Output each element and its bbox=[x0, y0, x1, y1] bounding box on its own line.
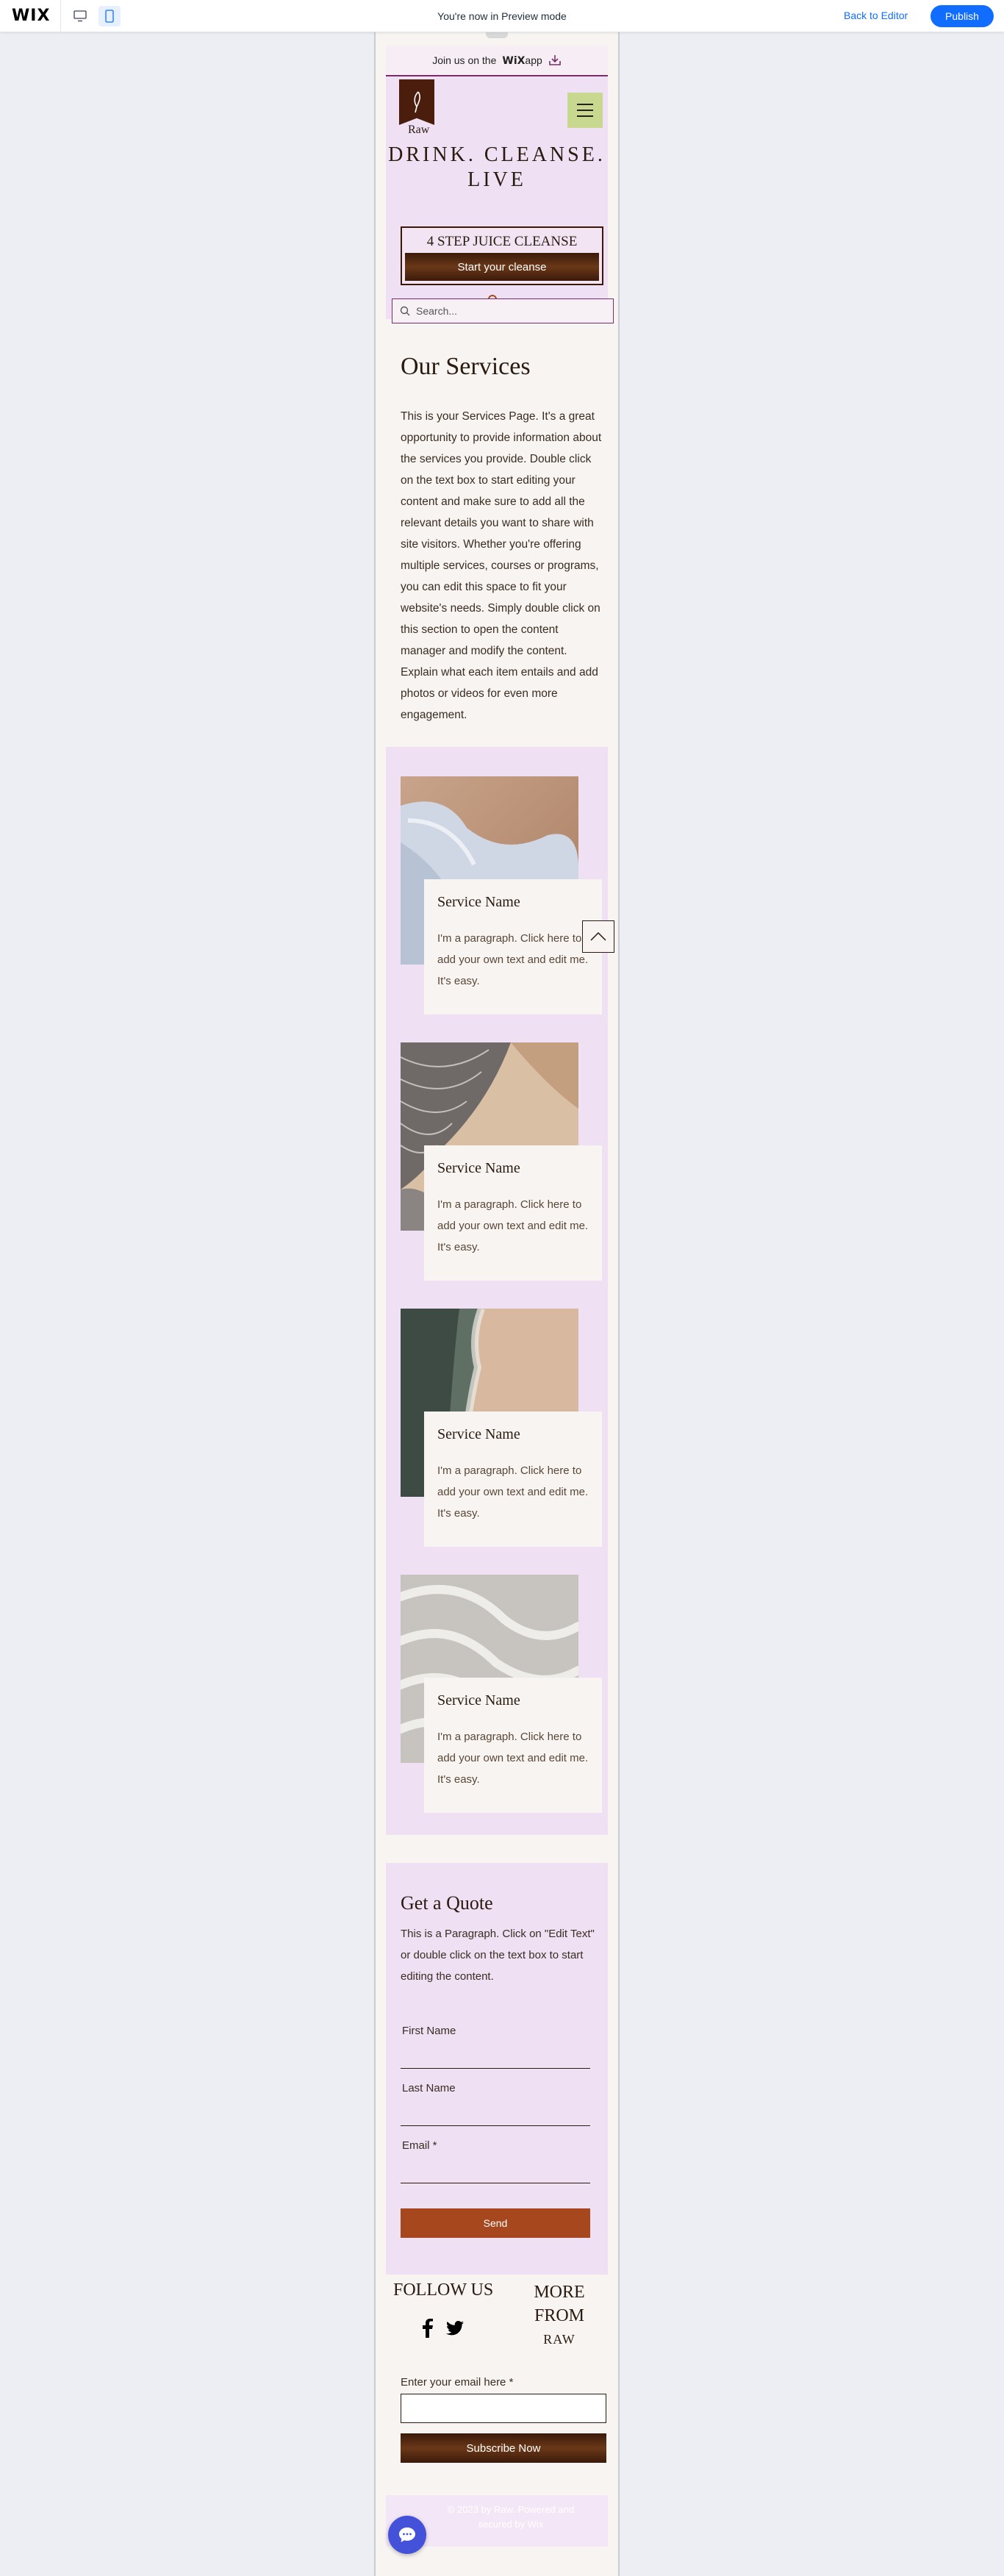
services-list: Service Name I'm a paragraph. Click here… bbox=[386, 747, 608, 1835]
service-name: Service Name bbox=[437, 1160, 520, 1176]
back-to-top-button[interactable] bbox=[582, 920, 614, 953]
start-cleanse-button[interactable]: Start your cleanse bbox=[405, 253, 599, 281]
wix-preview-bar: WIX You're now in Preview mode Back to E… bbox=[0, 0, 1004, 32]
quote-description: This is a Paragraph. Click on "Edit Text… bbox=[401, 1928, 595, 1983]
email-label: Email * bbox=[402, 2139, 437, 2152]
newsletter-email-label: Enter your email here * bbox=[401, 2376, 514, 2389]
mobile-preview-frame: Join us on the WiXapp Raw DRINK. CLEANSE… bbox=[374, 32, 620, 2576]
copyright-text: © 2023 by Raw. Powered and secured by Wi… bbox=[447, 2504, 575, 2530]
hamburger-menu-button[interactable] bbox=[567, 93, 603, 128]
last-name-label: Last Name bbox=[402, 2082, 456, 2094]
quote-title: Get a Quote bbox=[401, 1892, 493, 1914]
facebook-icon[interactable] bbox=[423, 2319, 433, 2338]
service-item: Service Name I'm a paragraph. Click here… bbox=[401, 1309, 603, 1551]
twitter-icon[interactable] bbox=[446, 2321, 464, 2336]
frame-notch bbox=[486, 32, 508, 38]
service-card: Service Name I'm a paragraph. Click here… bbox=[424, 1412, 602, 1547]
service-name: Service Name bbox=[437, 894, 520, 910]
service-description: I'm a paragraph. Click here to add your … bbox=[437, 1464, 589, 1520]
service-item: Service Name I'm a paragraph. Click here… bbox=[401, 776, 603, 1019]
email-field[interactable]: Email * bbox=[401, 2139, 590, 2183]
quote-section: Get a Quote This is a Paragraph. Click o… bbox=[386, 1863, 608, 2275]
hamburger-icon bbox=[577, 104, 593, 105]
wix-logo: WIX bbox=[12, 7, 51, 25]
cleanse-title: 4 STEP JUICE CLEANSE bbox=[426, 234, 578, 249]
first-name-label: First Name bbox=[402, 2025, 456, 2037]
mobile-view-button[interactable] bbox=[98, 6, 121, 26]
newsletter-email-input[interactable] bbox=[401, 2394, 606, 2423]
toolbar-divider bbox=[60, 0, 61, 32]
search-bar[interactable]: Search... bbox=[392, 298, 614, 323]
chat-bubble-icon bbox=[399, 2527, 415, 2542]
service-card: Service Name I'm a paragraph. Click here… bbox=[424, 1678, 602, 1813]
service-name: Service Name bbox=[437, 1426, 520, 1442]
headline-line-1: DRINK. CLEANSE. bbox=[388, 143, 606, 166]
section-spacer bbox=[386, 1835, 608, 1863]
app-banner-suffix: app bbox=[525, 54, 542, 66]
back-to-editor-link[interactable]: Back to Editor bbox=[844, 10, 908, 21]
app-banner[interactable]: Join us on the WiXapp bbox=[386, 46, 608, 76]
send-button[interactable]: Send bbox=[401, 2208, 590, 2238]
more-from-heading: MORE FROM bbox=[534, 2283, 585, 2325]
chat-button[interactable] bbox=[388, 2516, 426, 2554]
search-icon bbox=[400, 306, 410, 316]
service-item: Service Name I'm a paragraph. Click here… bbox=[401, 1042, 603, 1285]
services-title: Our Services bbox=[401, 353, 531, 380]
desktop-icon bbox=[73, 10, 87, 22]
social-links bbox=[423, 2319, 464, 2338]
headline-line-2: LIVE bbox=[467, 168, 526, 191]
cleanse-promo: 4 STEP JUICE CLEANSE Start your cleanse bbox=[401, 226, 603, 285]
site-footer: FOLLOW US MORE FROM RAW Enter your email… bbox=[386, 2275, 608, 2495]
follow-us-heading: FOLLOW US bbox=[393, 2280, 494, 2300]
subscribe-button[interactable]: Subscribe Now bbox=[401, 2433, 606, 2463]
app-banner-prefix: Join us on the bbox=[432, 54, 497, 66]
last-name-field[interactable]: Last Name bbox=[401, 2082, 590, 2126]
search-input[interactable]: Search... bbox=[416, 305, 457, 317]
app-banner-brand: WiX bbox=[502, 54, 526, 67]
hero-headline: DRINK. CLEANSE. LIVE bbox=[386, 143, 608, 193]
service-name: Service Name bbox=[437, 1692, 520, 1709]
service-card: Service Name I'm a paragraph. Click here… bbox=[424, 1145, 602, 1281]
service-description: I'm a paragraph. Click here to add your … bbox=[437, 1731, 589, 1786]
services-description: This is your Services Page. It's a great… bbox=[401, 410, 602, 721]
publish-button[interactable]: Publish bbox=[931, 5, 994, 27]
service-description: I'm a paragraph. Click here to add your … bbox=[437, 932, 589, 987]
logo-mark[interactable] bbox=[399, 79, 434, 125]
services-intro-section: Our Services This is your Services Page.… bbox=[386, 323, 608, 747]
leaf-logo-icon bbox=[414, 91, 420, 113]
logo-name: Raw bbox=[408, 124, 430, 136]
site-header: Raw DRINK. CLEANSE. LIVE 4 STEP JUICE CL… bbox=[386, 76, 608, 319]
desktop-view-button[interactable] bbox=[69, 6, 91, 26]
service-description: I'm a paragraph. Click here to add your … bbox=[437, 1198, 589, 1253]
service-item: Service Name I'm a paragraph. Click here… bbox=[401, 1575, 603, 1817]
more-from-brand: RAW bbox=[543, 2332, 575, 2347]
download-icon bbox=[548, 55, 561, 65]
service-card: Service Name I'm a paragraph. Click here… bbox=[424, 879, 602, 1015]
chevron-up-icon bbox=[590, 932, 606, 941]
first-name-field[interactable]: First Name bbox=[401, 2025, 590, 2069]
mobile-icon bbox=[105, 10, 114, 23]
